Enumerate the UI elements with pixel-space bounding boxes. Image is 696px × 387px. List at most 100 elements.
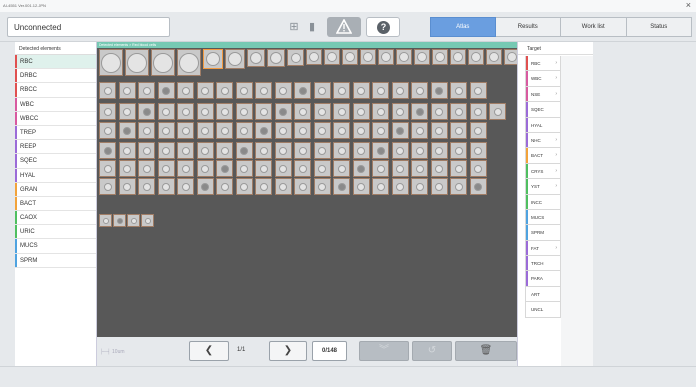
tab-work-list[interactable]: Work list	[561, 17, 627, 37]
cell-thumbnail[interactable]	[157, 82, 175, 99]
cell-thumbnail[interactable]	[391, 142, 409, 159]
cell-thumbnail[interactable]	[203, 49, 223, 69]
delete-button[interactable]: 🗑	[455, 341, 517, 361]
cell-thumbnail[interactable]	[127, 214, 140, 227]
cell-thumbnail[interactable]	[99, 103, 116, 120]
cell-thumbnail[interactable]	[196, 82, 214, 99]
cell-thumbnail[interactable]	[118, 82, 136, 99]
cell-thumbnail[interactable]	[391, 160, 409, 177]
target-item-wbc[interactable]: WBC ›	[525, 71, 561, 87]
element-item-caox[interactable]: CAOX	[15, 211, 96, 226]
cell-thumbnail[interactable]	[196, 178, 214, 195]
element-item-rbc[interactable]: RBC	[15, 55, 96, 70]
cell-thumbnail[interactable]	[391, 178, 409, 195]
cell-thumbnail[interactable]	[469, 142, 487, 159]
cell-thumbnail[interactable]	[118, 142, 136, 159]
cell-thumbnail[interactable]	[255, 178, 272, 195]
cell-thumbnail[interactable]	[372, 122, 389, 139]
target-item-crys[interactable]: CRYS ›	[525, 163, 561, 180]
element-item-sprm[interactable]: SPRM	[15, 253, 96, 268]
cell-thumbnail[interactable]	[113, 214, 126, 227]
target-item-nhc[interactable]: NHC ›	[525, 132, 561, 149]
cell-thumbnail[interactable]	[450, 142, 467, 159]
cell-thumbnail[interactable]	[333, 122, 350, 139]
cell-thumbnail[interactable]	[313, 122, 331, 139]
cell-thumbnail[interactable]	[138, 122, 155, 139]
cell-thumbnail[interactable]	[294, 178, 311, 195]
cell-thumbnail[interactable]	[255, 82, 272, 99]
target-item-sprm[interactable]: SPRM	[525, 225, 561, 241]
cell-thumbnail[interactable]	[430, 160, 448, 177]
cell-thumbnail[interactable]	[430, 122, 448, 139]
cell-thumbnail[interactable]	[196, 142, 214, 159]
cell-thumbnail[interactable]	[99, 142, 116, 159]
cell-thumbnail[interactable]	[99, 160, 116, 177]
cell-thumbnail[interactable]	[372, 103, 389, 120]
cell-thumbnail[interactable]	[99, 178, 116, 195]
element-item-reep[interactable]: REEP	[15, 140, 96, 155]
element-item-wbc[interactable]: WBC	[15, 97, 96, 112]
cell-thumbnail[interactable]	[313, 142, 331, 159]
element-item-rbcc[interactable]: RBCC	[15, 83, 96, 98]
cell-thumbnail[interactable]	[352, 178, 370, 195]
cell-thumbnail[interactable]	[235, 82, 253, 99]
cell-thumbnail[interactable]	[411, 178, 428, 195]
cell-thumbnail[interactable]	[255, 103, 272, 120]
cell-thumbnail[interactable]	[99, 122, 116, 139]
cell-thumbnail[interactable]	[157, 122, 175, 139]
warning-button[interactable]	[327, 17, 361, 37]
target-item-hyal[interactable]: HYAL	[525, 117, 561, 133]
cell-thumbnail[interactable]	[396, 49, 412, 65]
cell-thumbnail[interactable]	[99, 214, 112, 227]
cell-thumbnail[interactable]	[177, 142, 194, 159]
cell-thumbnail[interactable]	[411, 103, 428, 120]
cell-thumbnail[interactable]	[216, 142, 233, 159]
cell-thumbnail[interactable]	[469, 122, 487, 139]
cell-thumbnail[interactable]	[138, 142, 155, 159]
cell-thumbnail[interactable]	[216, 122, 233, 139]
cell-thumbnail[interactable]	[177, 103, 194, 120]
target-item-trch[interactable]: TRCH	[525, 256, 561, 272]
cell-thumbnail[interactable]	[450, 49, 466, 65]
cell-thumbnail[interactable]	[411, 122, 428, 139]
cell-thumbnail[interactable]	[99, 82, 116, 99]
target-item-fat[interactable]: FAT ›	[525, 240, 561, 257]
element-item-bact[interactable]: BACT	[15, 196, 96, 212]
cell-thumbnail[interactable]	[235, 160, 253, 177]
cell-thumbnail[interactable]	[99, 49, 123, 76]
cell-thumbnail[interactable]	[333, 142, 350, 159]
cell-thumbnail[interactable]	[450, 122, 467, 139]
element-item-hyal[interactable]: HYAL	[15, 168, 96, 183]
cell-thumbnail[interactable]	[138, 160, 155, 177]
cell-thumbnail[interactable]	[125, 49, 149, 76]
cell-thumbnail[interactable]	[177, 160, 194, 177]
target-item-nse[interactable]: NSE ›	[525, 86, 561, 103]
cell-thumbnail[interactable]	[138, 178, 155, 195]
cell-thumbnail[interactable]	[430, 142, 448, 159]
previous-page-button[interactable]: ❮	[189, 341, 229, 361]
cell-thumbnail[interactable]	[352, 160, 370, 177]
cell-thumbnail[interactable]	[118, 103, 136, 120]
cell-thumbnail[interactable]	[177, 178, 194, 195]
cell-thumbnail[interactable]	[196, 103, 214, 120]
element-item-mucs[interactable]: MUCS	[15, 239, 96, 254]
close-icon[interactable]: ×	[686, 0, 691, 10]
cell-thumbnail[interactable]	[411, 160, 428, 177]
cell-thumbnail[interactable]	[196, 122, 214, 139]
cell-thumbnail[interactable]	[333, 82, 350, 99]
target-item-para[interactable]: PARA	[525, 271, 561, 287]
cell-thumbnail[interactable]	[138, 103, 155, 120]
cell-thumbnail[interactable]	[360, 49, 376, 65]
undo-button[interactable]: ↺	[412, 341, 452, 361]
cell-thumbnail[interactable]	[391, 82, 409, 99]
cell-thumbnail[interactable]	[372, 178, 389, 195]
cell-thumbnail[interactable]	[450, 178, 467, 195]
cell-thumbnail[interactable]	[430, 103, 448, 120]
cell-thumbnail[interactable]	[391, 103, 409, 120]
cell-thumbnail[interactable]	[177, 122, 194, 139]
target-item-mucs[interactable]: MUCS	[525, 209, 561, 226]
cell-thumbnail[interactable]	[489, 103, 506, 120]
help-button[interactable]: ?	[366, 17, 400, 37]
cell-thumbnail[interactable]	[118, 122, 136, 139]
cell-thumbnail[interactable]	[430, 82, 448, 99]
